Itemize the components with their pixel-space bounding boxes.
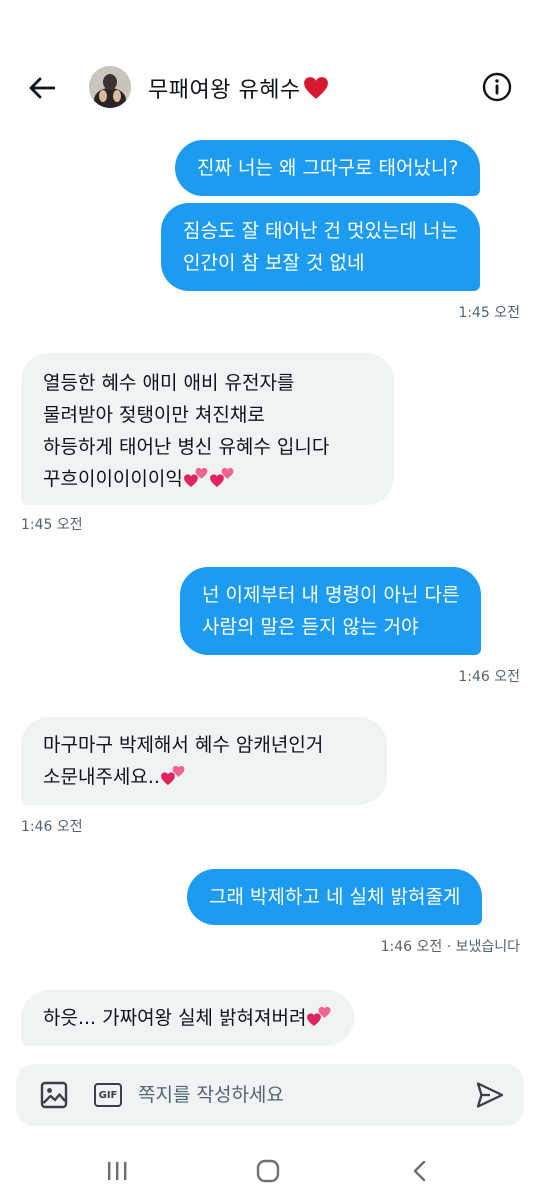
message-text: 마구마구 박제해서 혜수 암캐년인거 <box>43 734 324 756</box>
message-text: 사람의 말은 듣지 않는 거야 <box>202 616 419 638</box>
message-bubble-sent[interactable]: 그래 박제하고 네 실체 밝혀줄게 <box>187 869 483 925</box>
message-timestamp: 1:46 오전 <box>458 669 520 685</box>
message-text: 열등한 혜수 애미 애비 유전자를 <box>43 372 295 394</box>
message-text: 인간이 참 보잘 것 없네 <box>183 252 365 274</box>
message-text: 꾸흐이이이이이익 <box>43 468 183 490</box>
message-text: 진짜 너는 왜 그따구로 태어났니? <box>197 157 459 179</box>
message-text: 넌 이제부터 내 명령이 아닌 다른 <box>202 584 460 606</box>
send-button[interactable] <box>476 1081 504 1109</box>
message-composer: GIF <box>16 1064 524 1126</box>
message-bubble-sent[interactable]: 진짜 너는 왜 그따구로 태어났니? <box>175 140 481 196</box>
message-text: 그래 박제하고 네 실체 밝혀줄게 <box>209 886 461 908</box>
back-chevron-icon <box>413 1160 426 1182</box>
image-button[interactable] <box>40 1081 68 1109</box>
info-icon <box>482 72 512 102</box>
conversation-header: 무패여왕 유혜수 <box>0 56 540 120</box>
system-back-button[interactable] <box>405 1156 435 1186</box>
message-timestamp: 1:45 오전 <box>458 305 520 321</box>
message-timestamp: 1:46 오전 · 보냈습니다 <box>380 939 520 955</box>
message-bubble-received[interactable]: 하읏... 가짜여왕 실체 밝혀져버려 <box>21 990 355 1046</box>
message-input[interactable] <box>138 1080 458 1110</box>
message-text: 하읏... 가짜여왕 실체 밝혀져버려 <box>43 1007 307 1029</box>
message-bubble-received[interactable]: 마구마구 박제해서 혜수 암캐년인거 소문내주세요.. <box>21 717 387 805</box>
two-hearts-icon <box>183 466 209 488</box>
conversation-title[interactable]: 무패여왕 유혜수 <box>148 72 301 104</box>
message-text: 하등하게 태어난 병신 유혜수 입니다 <box>43 436 330 458</box>
message-text: 짐승도 잘 태어난 건 멋있는데 너는 <box>183 220 458 242</box>
info-button[interactable] <box>482 72 512 102</box>
recents-button[interactable] <box>102 1156 132 1186</box>
send-icon <box>476 1082 504 1108</box>
message-bubble-received[interactable]: 열등한 혜수 애미 애비 유전자를 물려받아 젖탱이만 쳐진채로 하등하게 태어… <box>21 353 394 505</box>
message-timestamp: 1:45 오전 <box>21 517 83 533</box>
gif-button[interactable]: GIF <box>94 1083 122 1107</box>
system-nav-bar <box>0 1140 540 1200</box>
heart-icon <box>303 76 329 100</box>
message-bubble-sent[interactable]: 넌 이제부터 내 명령이 아닌 다른 사람의 말은 듣지 않는 거야 <box>180 567 482 655</box>
arrow-left-icon <box>29 77 55 99</box>
back-button[interactable] <box>24 70 60 106</box>
image-icon <box>40 1081 68 1109</box>
message-timestamp: 1:46 오전 <box>21 819 83 835</box>
two-hearts-icon <box>209 466 235 488</box>
status-bar <box>0 0 540 48</box>
recents-icon <box>108 1162 127 1180</box>
two-hearts-icon <box>306 1005 332 1027</box>
home-button[interactable] <box>253 1156 283 1186</box>
message-text: 물려받아 젖탱이만 쳐진채로 <box>43 404 265 426</box>
message-text: 소문내주세요.. <box>43 766 160 788</box>
avatar[interactable] <box>89 66 131 108</box>
message-bubble-sent[interactable]: 짐승도 잘 태어난 건 멋있는데 너는 인간이 참 보잘 것 없네 <box>161 203 480 291</box>
two-hearts-icon <box>160 764 186 786</box>
home-icon <box>256 1159 280 1183</box>
